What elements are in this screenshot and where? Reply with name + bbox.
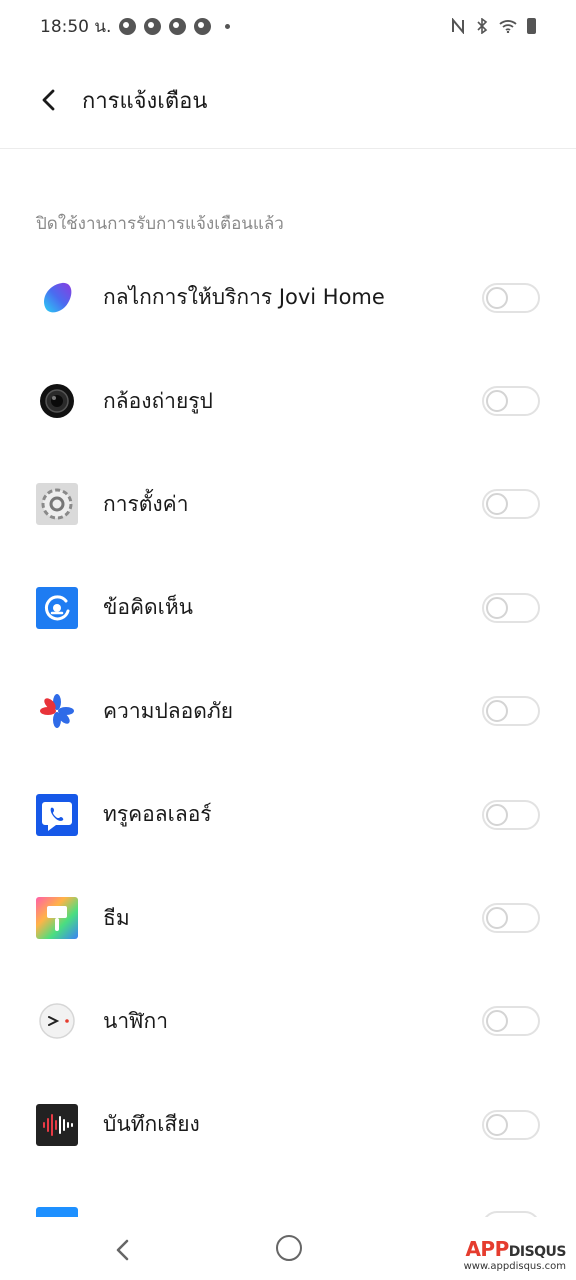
nav-back-icon[interactable] [112, 1238, 136, 1262]
settings-gear-icon [36, 483, 78, 526]
notification-toggle[interactable] [482, 799, 540, 830]
notification-toggle[interactable] [482, 696, 540, 727]
item-label: ข้อคิดเห็น [103, 595, 194, 620]
camera-icon [36, 380, 78, 422]
toggle-knob [486, 390, 508, 413]
list-item[interactable]: ข้อคิดเห็น [0, 556, 576, 659]
notification-toggle[interactable] [482, 1109, 540, 1140]
item-label: การตั้งค่า [103, 491, 189, 516]
notification-toggle[interactable] [482, 282, 540, 313]
notification-icon [194, 17, 212, 35]
jovi-home-icon [36, 277, 78, 319]
list-item[interactable]: ความปลอดภัย [0, 660, 576, 763]
list-item[interactable]: ทรูคอลเลอร์ [0, 763, 576, 866]
toggle-knob [486, 803, 508, 826]
notification-toggle[interactable] [482, 489, 540, 520]
list-item[interactable]: กลไกการให้บริการ Jovi Home [0, 246, 576, 349]
item-label: กลไกการให้บริการ Jovi Home [103, 285, 385, 310]
feedback-icon [36, 586, 78, 629]
notification-icon [119, 17, 137, 35]
item-label: ทรูคอลเลอร์ [103, 802, 212, 827]
item-label: บันทึกเสียง [103, 1112, 200, 1137]
list-item[interactable]: ธีม [0, 866, 576, 969]
truecaller-icon [36, 793, 78, 836]
toggle-knob [486, 1113, 508, 1136]
battery-icon [527, 18, 536, 34]
voice-recorder-icon [36, 1103, 78, 1146]
app-bar: การแจ้งเตือน [0, 52, 576, 149]
item-label: กล้องถ่ายรูป [103, 388, 213, 413]
wifi-icon [499, 20, 517, 33]
toggle-knob [486, 596, 508, 619]
clock-icon [36, 1000, 78, 1042]
notification-toggle[interactable] [482, 386, 540, 417]
nfc-icon [452, 18, 464, 34]
notification-toggle[interactable] [482, 592, 540, 623]
list-item[interactable]: นาฬิกา [0, 970, 576, 1073]
app-icon-partial [36, 1206, 78, 1217]
bluetooth-icon [477, 18, 488, 34]
nav-home-icon[interactable] [276, 1235, 302, 1261]
item-label: ธีม [103, 905, 130, 930]
watermark-url: www.appdisqus.com [463, 1261, 566, 1272]
notification-icon [169, 17, 187, 35]
watermark-brand-sub: DISQUS [508, 1244, 567, 1260]
notification-toggle[interactable] [482, 1006, 540, 1037]
navigation-bar: APPDISQUS www.appdisqus.com [0, 1222, 576, 1280]
status-bar: 18:50 น. [0, 0, 576, 52]
toggle-knob [486, 493, 508, 516]
back-button[interactable] [34, 85, 64, 115]
toggle-knob [486, 1010, 508, 1033]
watermark-brand: APP [465, 1237, 509, 1261]
toggle-knob [486, 700, 508, 723]
page-title: การแจ้งเตือน [82, 88, 208, 114]
status-time: 18:50 น. [40, 16, 112, 37]
notification-toggle[interactable] [482, 903, 540, 934]
toggle-knob [486, 907, 508, 930]
status-right [451, 18, 536, 34]
list-item[interactable]: บันทึกเสียง [0, 1073, 576, 1176]
section-header: ปิดใช้งานการรับการแจ้งเตือนแล้ว [36, 214, 284, 234]
app-notification-list: กลไกการให้บริการ Jovi Home กล้องถ่ายรูป … [0, 246, 576, 1217]
chevron-left-icon [42, 89, 55, 111]
watermark-logo: APPDISQUS www.appdisqus.com [463, 1237, 567, 1272]
theme-brush-icon [36, 897, 78, 940]
toggle-knob [486, 286, 508, 309]
list-item-partial[interactable] [0, 1177, 576, 1217]
list-item[interactable]: กล้องถ่ายรูป [0, 349, 576, 452]
notification-icon [144, 17, 162, 35]
item-label: ความปลอดภัย [103, 698, 234, 723]
notification-toggle[interactable] [482, 1210, 540, 1217]
list-item[interactable]: การตั้งค่า [0, 453, 576, 556]
item-label: นาฬิกา [103, 1008, 169, 1033]
security-icon [36, 690, 78, 732]
more-notifications-icon [225, 23, 231, 29]
status-left: 18:50 น. [40, 13, 231, 40]
